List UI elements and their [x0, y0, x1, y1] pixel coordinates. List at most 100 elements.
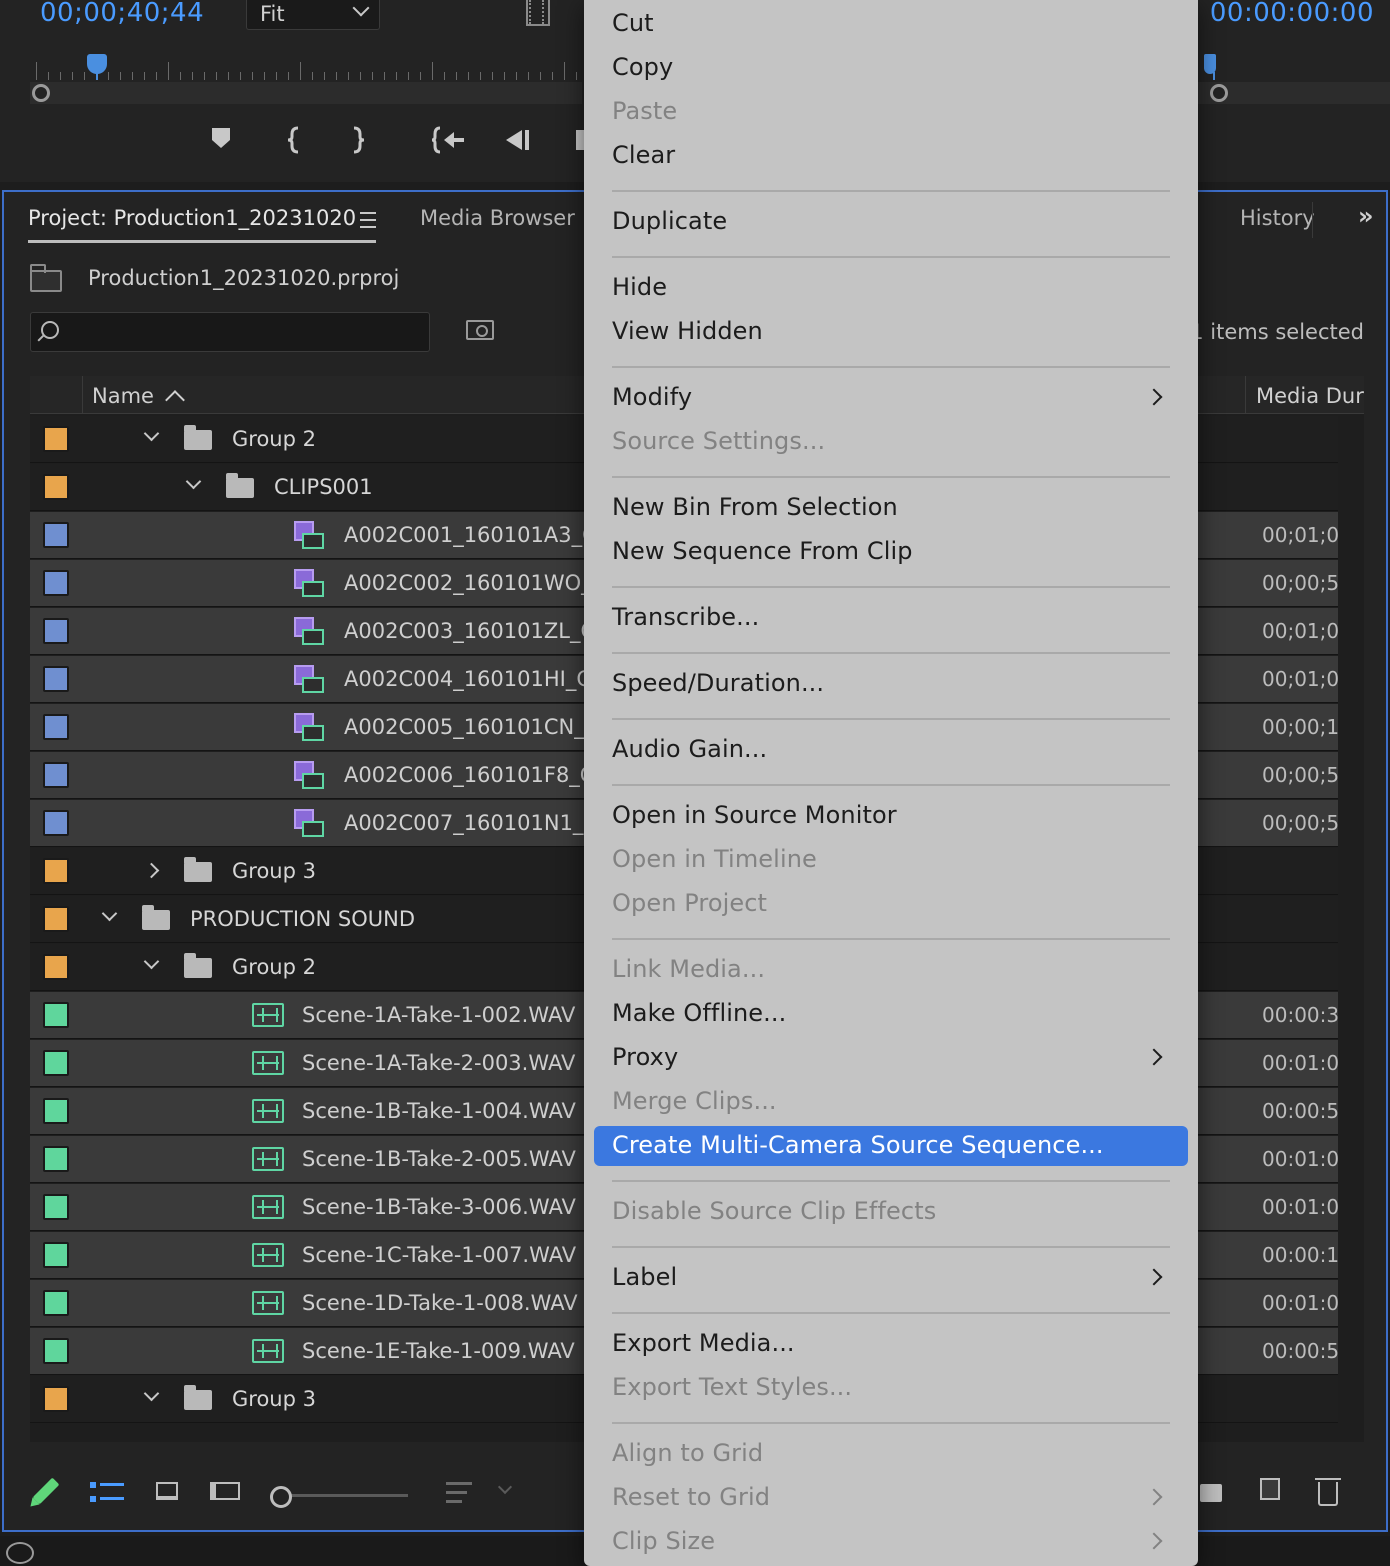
label-color-swatch[interactable]	[43, 1002, 69, 1028]
label-color-swatch[interactable]	[43, 618, 69, 644]
label-color-swatch[interactable]	[43, 426, 69, 452]
menu-item-open-project[interactable]: Open Project	[594, 884, 1188, 924]
freeform-view-icon[interactable]	[210, 1482, 240, 1500]
project-file-name: Production1_20231020.prproj	[88, 266, 400, 290]
menu-item-proxy[interactable]: Proxy	[594, 1038, 1188, 1078]
chevron-right-icon[interactable]	[143, 862, 160, 879]
menu-item-copy[interactable]: Copy	[594, 48, 1188, 88]
chevron-down-icon[interactable]	[185, 473, 202, 490]
label-color-swatch[interactable]	[43, 1386, 69, 1412]
menu-item-duplicate[interactable]: Duplicate	[594, 202, 1188, 242]
step-back-button[interactable]	[504, 126, 532, 161]
add-marker-button[interactable]	[210, 126, 232, 157]
menu-item-cut[interactable]: Cut	[594, 4, 1188, 44]
label-color-swatch[interactable]	[43, 762, 69, 788]
menu-item-export-media[interactable]: Export Media...	[594, 1324, 1188, 1364]
menu-item-align-to-grid[interactable]: Align to Grid	[594, 1434, 1188, 1474]
menu-item-link-media[interactable]: Link Media...	[594, 950, 1188, 990]
menu-item-create-multi-camera-source-sequence[interactable]: Create Multi-Camera Source Sequence...	[594, 1126, 1188, 1166]
menu-item-disable-source-clip-effects[interactable]: Disable Source Clip Effects	[594, 1192, 1188, 1232]
label-color-swatch[interactable]	[43, 666, 69, 692]
source-zoom-scrollbar[interactable]	[30, 82, 582, 104]
label-color-swatch[interactable]	[43, 570, 69, 596]
menu-item-label: Export Text Styles...	[612, 1373, 853, 1401]
chevron-down-icon[interactable]	[101, 905, 118, 922]
play-button[interactable]	[574, 126, 584, 161]
menu-item-source-settings[interactable]: Source Settings...	[594, 422, 1188, 462]
menu-item-view-hidden[interactable]: View Hidden	[594, 312, 1188, 352]
menu-item-new-bin-from-selection[interactable]: New Bin From Selection	[594, 488, 1188, 528]
mark-in-button[interactable]	[286, 126, 302, 161]
label-color-swatch[interactable]	[43, 906, 69, 932]
label-color-swatch[interactable]	[43, 954, 69, 980]
sort-icon[interactable]	[446, 1482, 472, 1503]
zoom-select[interactable]: Fit	[246, 0, 380, 30]
new-item-icon[interactable]	[1260, 1478, 1280, 1500]
column-header-media-duration[interactable]: Media Dura	[1256, 384, 1364, 408]
tab-project[interactable]: Project: Production1_20231020	[28, 206, 356, 230]
mark-out-button[interactable]	[350, 126, 366, 161]
label-color-swatch[interactable]	[43, 714, 69, 740]
sort-ascending-icon[interactable]	[165, 390, 185, 410]
audio-clip-icon	[252, 1051, 284, 1075]
pencil-icon[interactable]	[32, 1477, 60, 1505]
label-color-swatch[interactable]	[43, 810, 69, 836]
label-color-swatch[interactable]	[43, 1338, 69, 1364]
chevron-down-icon[interactable]	[143, 953, 160, 970]
menu-item-label: Make Offline...	[612, 999, 787, 1027]
creative-cloud-icon[interactable]	[6, 1542, 34, 1564]
label-color-swatch[interactable]	[43, 1194, 69, 1220]
label-color-swatch[interactable]	[43, 1242, 69, 1268]
menu-item-clip-size[interactable]: Clip Size	[594, 1522, 1188, 1562]
menu-item-open-in-source-monitor[interactable]: Open in Source Monitor	[594, 796, 1188, 836]
menu-item-modify[interactable]: Modify	[594, 378, 1188, 418]
menu-item-clear[interactable]: Clear	[594, 136, 1188, 176]
label-color-swatch[interactable]	[43, 474, 69, 500]
tab-history[interactable]: History	[1240, 206, 1315, 230]
selection-count: 41 items selected	[1176, 320, 1364, 344]
label-color-swatch[interactable]	[43, 1098, 69, 1124]
source-timecode[interactable]: 00;00;40;44	[40, 0, 204, 28]
label-color-swatch[interactable]	[43, 1146, 69, 1172]
menu-item-export-text-styles[interactable]: Export Text Styles...	[594, 1368, 1188, 1408]
label-color-swatch[interactable]	[43, 1290, 69, 1316]
time-ruler[interactable]	[36, 58, 582, 80]
list-view-icon[interactable]	[90, 1482, 124, 1504]
menu-item-make-offline[interactable]: Make Offline...	[594, 994, 1188, 1034]
column-header-name[interactable]: Name	[92, 384, 154, 408]
chevron-down-icon[interactable]	[497, 1479, 513, 1495]
menu-item-label: Duplicate	[612, 207, 728, 235]
program-playhead[interactable]	[1204, 54, 1216, 80]
menu-item-speed-duration[interactable]: Speed/Duration...	[594, 664, 1188, 704]
menu-item-paste[interactable]: Paste	[594, 92, 1188, 132]
menu-item-merge-clips[interactable]: Merge Clips...	[594, 1082, 1188, 1122]
menu-item-hide[interactable]: Hide	[594, 268, 1188, 308]
icon-view-icon[interactable]	[156, 1482, 178, 1500]
menu-item-open-in-timeline[interactable]: Open in Timeline	[594, 840, 1188, 880]
chevron-down-icon[interactable]	[143, 425, 160, 442]
more-tabs-icon[interactable]: »	[1358, 202, 1374, 230]
new-bin-icon[interactable]	[1200, 1484, 1222, 1502]
source-playhead[interactable]	[87, 54, 107, 80]
chevron-down-icon[interactable]	[143, 1385, 160, 1402]
program-zoom-handle[interactable]	[1210, 84, 1228, 102]
find-icon[interactable]	[466, 320, 494, 340]
menu-item-label[interactable]: Label	[594, 1258, 1188, 1298]
label-color-swatch[interactable]	[43, 858, 69, 884]
menu-item-audio-gain[interactable]: Audio Gain...	[594, 730, 1188, 770]
menu-item-transcribe[interactable]: Transcribe...	[594, 598, 1188, 638]
label-color-swatch[interactable]	[43, 1050, 69, 1076]
search-input[interactable]	[30, 312, 430, 352]
trash-icon[interactable]	[1315, 1478, 1341, 1506]
go-to-in-button[interactable]	[431, 126, 466, 161]
column-divider[interactable]	[1245, 376, 1246, 414]
label-color-swatch[interactable]	[43, 522, 69, 548]
program-timecode[interactable]: 00:00:00:00	[1210, 0, 1374, 28]
menu-item-reset-to-grid[interactable]: Reset to Grid	[594, 1478, 1188, 1518]
panel-menu-icon[interactable]	[360, 212, 376, 233]
tab-media-browser[interactable]: Media Browser	[420, 206, 575, 230]
zoom-slider[interactable]	[270, 1486, 408, 1508]
zoom-handle[interactable]	[32, 84, 50, 102]
menu-item-new-sequence-from-clip[interactable]: New Sequence From Clip	[594, 532, 1188, 572]
film-icon[interactable]	[526, 0, 550, 26]
